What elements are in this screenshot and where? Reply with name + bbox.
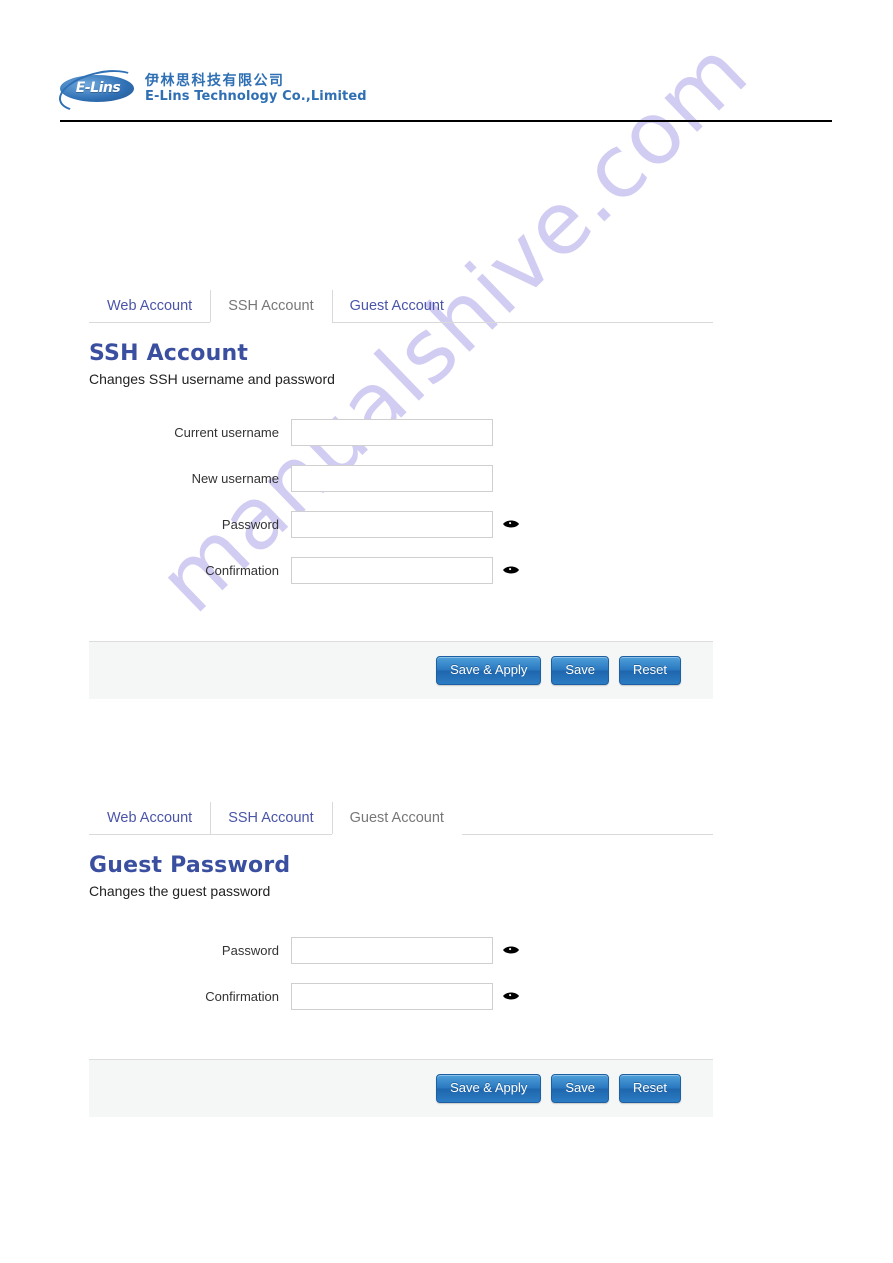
company-logo: E-Lins 伊林思科技有限公司 E-Lins Technology Co.,L… [54,62,367,120]
label-current-username: Current username [174,424,279,440]
field-row-guest-confirmation: Confirmation [89,973,713,1019]
label-guest-password: Password [221,942,279,958]
field-row-password: Password [89,501,713,547]
panel-title-guest: Guest Password [89,853,291,878]
tab-guest-account[interactable]: Guest Account [331,801,462,835]
account-tabs-ssh: Web Account SSH Account Guest Account [89,289,713,323]
field-row-confirmation: Confirmation [89,547,713,593]
label-confirmation: Confirmation [205,562,279,578]
input-password[interactable] [291,510,493,538]
eye-icon[interactable] [502,517,520,531]
panel-guest-password: Web Account SSH Account Guest Account Gu… [89,801,713,1117]
input-guest-confirmation[interactable] [291,982,493,1010]
panel-title-ssh: SSH Account [89,341,249,366]
page-header: E-Lins 伊林思科技有限公司 E-Lins Technology Co.,L… [0,0,893,122]
reset-button[interactable]: Reset [619,1074,681,1103]
label-guest-confirmation: Confirmation [205,988,279,1004]
guest-password-form: Password Confirmation [89,927,713,1019]
field-row-new-username: New username [89,455,713,501]
tabs-filler [462,289,713,322]
label-password: Password [221,516,279,532]
eye-icon[interactable] [502,943,520,957]
ssh-account-form: Current username New username Password C… [89,409,713,593]
input-confirmation[interactable] [291,556,493,584]
action-bar-guest: Save & Apply Save Reset [89,1059,713,1117]
label-new-username: New username [191,470,279,486]
input-new-username[interactable] [291,464,493,492]
panel-subtitle-ssh: Changes SSH username and password [89,371,335,387]
save-button[interactable]: Save [551,1074,610,1103]
eye-icon[interactable] [502,989,520,1003]
input-guest-password[interactable] [291,936,493,964]
elins-logo-icon: E-Lins [54,62,144,120]
save-button[interactable]: Save [551,656,610,685]
save-apply-button[interactable]: Save & Apply [436,1074,542,1103]
company-name-english: E-Lins Technology Co.,Limited [145,89,367,105]
tabs-filler [462,801,713,834]
tab-ssh-account[interactable]: SSH Account [210,289,332,323]
company-name-block: 伊林思科技有限公司 E-Lins Technology Co.,Limited [145,72,367,105]
tab-web-account[interactable]: Web Account [89,289,210,322]
panel-ssh-account: Web Account SSH Account Guest Account SS… [89,289,713,699]
field-row-current-username: Current username [89,409,713,455]
eye-icon[interactable] [502,563,520,577]
reset-button[interactable]: Reset [619,656,681,685]
action-bar-ssh: Save & Apply Save Reset [89,641,713,699]
company-name-chinese: 伊林思科技有限公司 [145,72,285,89]
header-divider [60,120,832,122]
panel-subtitle-guest: Changes the guest password [89,883,271,899]
save-apply-button[interactable]: Save & Apply [436,656,542,685]
account-tabs-guest: Web Account SSH Account Guest Account [89,801,713,835]
tab-guest-account[interactable]: Guest Account [331,289,462,322]
tab-web-account[interactable]: Web Account [89,801,210,834]
tab-ssh-account[interactable]: SSH Account [210,801,331,834]
input-current-username[interactable] [291,418,493,446]
logo-wordmark: E-Lins [75,80,121,96]
field-row-guest-password: Password [89,927,713,973]
